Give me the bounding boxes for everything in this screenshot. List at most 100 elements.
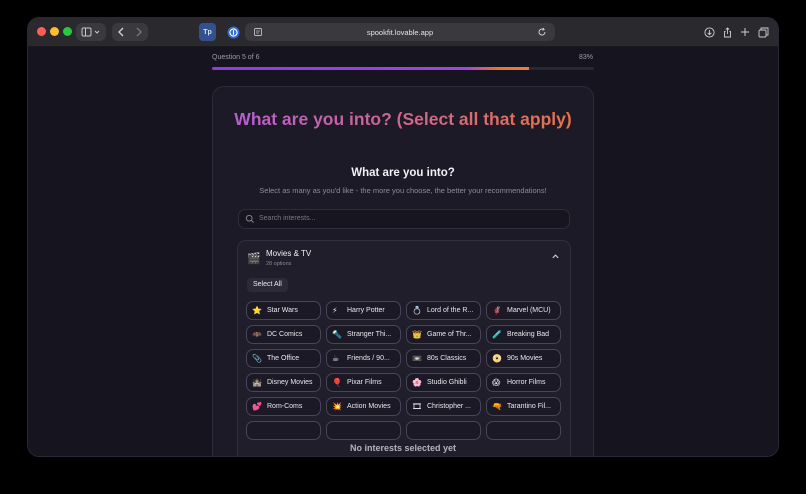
search-placeholder: Search interests... [259,215,316,222]
option-chip[interactable]: 💍 Lord of the R... [406,301,481,320]
option-emoji-icon: 🎞 [412,402,423,411]
option-chip[interactable]: 😱 Horror Films [486,373,561,392]
option-chip[interactable]: 💥 Action Movies [326,397,401,416]
option-chip[interactable]: 🔦 Stranger Thi... [326,325,401,344]
question-title: What are you into? (Select all that appl… [213,109,593,130]
option-chip-partial[interactable] [246,421,321,440]
downloads-button[interactable] [702,23,716,41]
option-label: Lord of the R... [427,307,474,314]
option-label: The Office [267,355,300,362]
option-emoji-icon: 🦸 [492,306,502,315]
option-chip[interactable]: ⭐ Star Wars [246,301,321,320]
option-emoji-icon: 💕 [252,402,262,411]
option-emoji-icon: 📼 [412,354,422,363]
category-option-count: 28 options [266,261,292,267]
address-bar[interactable]: spookfit.lovable.app [245,23,555,41]
option-chip[interactable]: ⚡ Harry Potter [326,301,401,320]
download-icon [703,26,715,38]
option-chip-partial[interactable] [326,421,401,440]
option-chip[interactable]: 🦸 Marvel (MCU) [486,301,561,320]
option-emoji-icon: 🎈 [332,378,342,387]
option-emoji-icon: 🔦 [332,330,342,339]
option-label: Pixar Films [347,379,382,386]
category-movies-tv: 🎬 Movies & TV 28 options Select All ⭐ Sta… [237,240,571,456]
maximize-window-button[interactable] [63,27,72,36]
option-label: DC Comics [267,331,303,338]
question-counter: Question 5 of 6 [212,54,260,61]
option-label: Tarantino Fil... [507,403,551,410]
option-chip[interactable]: 🧪 Breaking Bad [486,325,561,344]
new-tab-button[interactable] [738,23,752,41]
option-chip[interactable]: 🌸 Studio Ghibli [406,373,481,392]
option-label: Game of Thr... [427,331,472,338]
option-emoji-icon: 📎 [252,354,262,363]
option-chip[interactable]: 📼 80s Classics [406,349,481,368]
option-label: Friends / 90... [347,355,390,362]
option-emoji-icon: ⚡ [332,306,338,315]
selection-status: No interests selected yet [349,443,457,453]
option-chip[interactable]: 🎞 Christopher ... [406,397,481,416]
option-emoji-icon: ☕ [332,354,340,363]
reload-icon[interactable] [537,27,547,37]
progress-bar [212,67,594,70]
option-label: Stranger Thi... [347,331,392,338]
option-emoji-icon: 💥 [332,402,342,411]
chevron-up-icon[interactable] [551,252,560,261]
sidebar-toggle-button[interactable] [76,23,106,41]
option-emoji-icon: 📀 [492,354,502,363]
option-label: Marvel (MCU) [507,307,551,314]
option-emoji-icon: ⭐ [252,306,262,315]
url-text: spookfit.lovable.app [366,27,434,37]
navigation-group [112,23,148,41]
option-chip-partial[interactable] [486,421,561,440]
option-label: Action Movies [347,403,391,410]
extension-tp-button[interactable]: Tp [199,23,216,41]
option-emoji-icon: 🌸 [412,378,422,387]
option-label: Rom-Coms [267,403,303,410]
option-chip[interactable]: 🏰 Disney Movies [246,373,321,392]
plus-icon [741,28,749,36]
option-chip[interactable]: 📀 90s Movies [486,349,561,368]
option-label: Harry Potter [347,307,385,314]
select-all-button[interactable]: Select All [247,278,288,292]
tab-overview-button[interactable] [756,23,770,41]
browser-toolbar: Tp spookfit.lovable.app [28,18,778,47]
share-button[interactable] [720,23,734,41]
browser-window: Tp spookfit.lovable.app Question 5 of 6 … [28,18,778,456]
option-chip[interactable]: 🔫 Tarantino Fil... [486,397,561,416]
clapperboard-icon: 🎬 [247,253,261,265]
search-icon [245,214,254,223]
forward-icon[interactable] [136,27,142,37]
close-window-button[interactable] [37,27,46,36]
option-chip[interactable]: 🦇 DC Comics [246,325,321,344]
option-label: Star Wars [267,307,298,314]
option-chip[interactable]: 🎈 Pixar Films [326,373,401,392]
minimize-window-button[interactable] [50,27,59,36]
question-card: What are you into? (Select all that appl… [212,86,594,456]
option-emoji-icon: 🧪 [492,330,502,339]
option-emoji-icon: 🦇 [252,330,262,339]
progress-bar-fill [212,67,530,70]
option-label: Horror Films [507,379,546,386]
back-icon[interactable] [118,27,124,37]
question-description: Select as many as you'd like - the more … [259,186,547,195]
onepassword-icon [227,26,240,38]
page-settings-icon[interactable] [253,27,263,37]
option-chip-partial[interactable] [406,421,481,440]
option-label: 90s Movies [507,355,543,362]
option-emoji-icon: 👑 [412,330,422,339]
option-label: 80s Classics [427,355,467,362]
page-content: Question 5 of 6 83% What are you into? (… [28,47,778,456]
option-emoji-icon: 🔫 [492,402,502,411]
option-chip[interactable]: 💕 Rom-Coms [246,397,321,416]
option-chip[interactable]: 📎 The Office [246,349,321,368]
search-input[interactable]: Search interests... [238,209,570,229]
option-label: Studio Ghibli [427,379,467,386]
option-emoji-icon: 🏰 [252,378,262,387]
category-title[interactable]: Movies & TV [266,249,311,258]
option-chip[interactable]: 👑 Game of Thr... [406,325,481,344]
option-chip[interactable]: ☕ Friends / 90... [326,349,401,368]
option-label: Disney Movies [267,379,313,386]
question-subtitle: What are you into? [351,167,455,179]
extension-shield-button[interactable] [225,23,242,41]
